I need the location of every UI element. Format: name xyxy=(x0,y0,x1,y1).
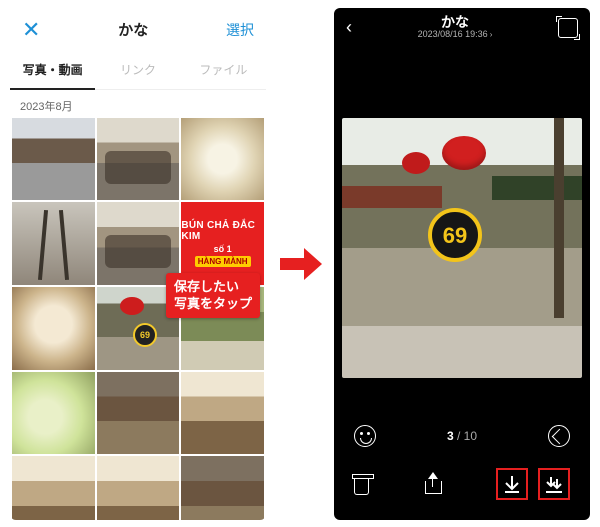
viewer-mid-bar: 3 / 10 xyxy=(334,422,590,450)
download-icon xyxy=(502,474,522,494)
photo-thumb[interactable] xyxy=(97,118,180,201)
tab-file[interactable]: ファイル xyxy=(181,52,266,89)
share-icon[interactable] xyxy=(422,473,444,495)
chevron-right-icon: › xyxy=(490,31,493,40)
viewer-toolbar xyxy=(334,466,590,502)
edit-icon[interactable] xyxy=(548,425,570,447)
arrow-right-icon xyxy=(274,238,326,290)
photo-counter: 3 / 10 xyxy=(447,429,477,443)
instruction-callout: 保存したい 写真をタップ xyxy=(166,273,260,318)
photo-thumb[interactable] xyxy=(97,372,180,455)
photo-thumb[interactable] xyxy=(181,372,264,455)
viewer-title: かな xyxy=(418,15,493,30)
download-all-button-highlight[interactable] xyxy=(538,468,570,500)
tab-link[interactable]: リンク xyxy=(95,52,180,89)
tab-media[interactable]: 写真・動画 xyxy=(10,52,95,89)
trash-icon[interactable] xyxy=(354,478,369,495)
chat-title: かな xyxy=(118,19,148,40)
viewer-header: ‹ かな 2023/08/16 19:36› xyxy=(334,8,590,48)
photo-thumb[interactable] xyxy=(181,456,264,519)
photo-thumb[interactable] xyxy=(12,287,95,370)
viewer-screen: ‹ かな 2023/08/16 19:36› 69 3 / 10 xyxy=(334,8,590,520)
lantern-icon xyxy=(402,152,430,174)
gallery-header: ✕ かな 選択 xyxy=(10,8,266,52)
date-header: 2023年8月 xyxy=(10,90,266,118)
back-icon[interactable]: ‹ xyxy=(346,17,352,38)
photo-thumb[interactable] xyxy=(12,202,95,285)
photo-thumb[interactable] xyxy=(12,456,95,519)
lantern-icon xyxy=(442,136,486,170)
download-button-highlight[interactable] xyxy=(496,468,528,500)
photo-thumb[interactable] xyxy=(12,118,95,201)
download-all-icon xyxy=(544,474,564,494)
photo-grid: BÚN CHẢ ĐẮC KIM số 1 HÀNG MÀNH xyxy=(10,118,266,520)
fullscreen-icon[interactable] xyxy=(558,18,578,38)
reaction-icon[interactable] xyxy=(354,425,376,447)
viewer-timestamp[interactable]: 2023/08/16 19:36› xyxy=(418,30,493,40)
photo-thumb[interactable] xyxy=(12,372,95,455)
shop-sign: 69 xyxy=(428,208,482,262)
media-tabs: 写真・動画 リンク ファイル xyxy=(10,52,266,90)
gallery-screen: ✕ かな 選択 写真・動画 リンク ファイル 2023年8月 BÚN CHẢ Đ… xyxy=(10,8,266,520)
photo-thumb[interactable] xyxy=(97,456,180,519)
photo-viewport[interactable]: 69 xyxy=(342,118,582,378)
photo-thumb[interactable] xyxy=(181,118,264,201)
select-button[interactable]: 選択 xyxy=(226,20,254,40)
close-icon[interactable]: ✕ xyxy=(22,17,40,43)
